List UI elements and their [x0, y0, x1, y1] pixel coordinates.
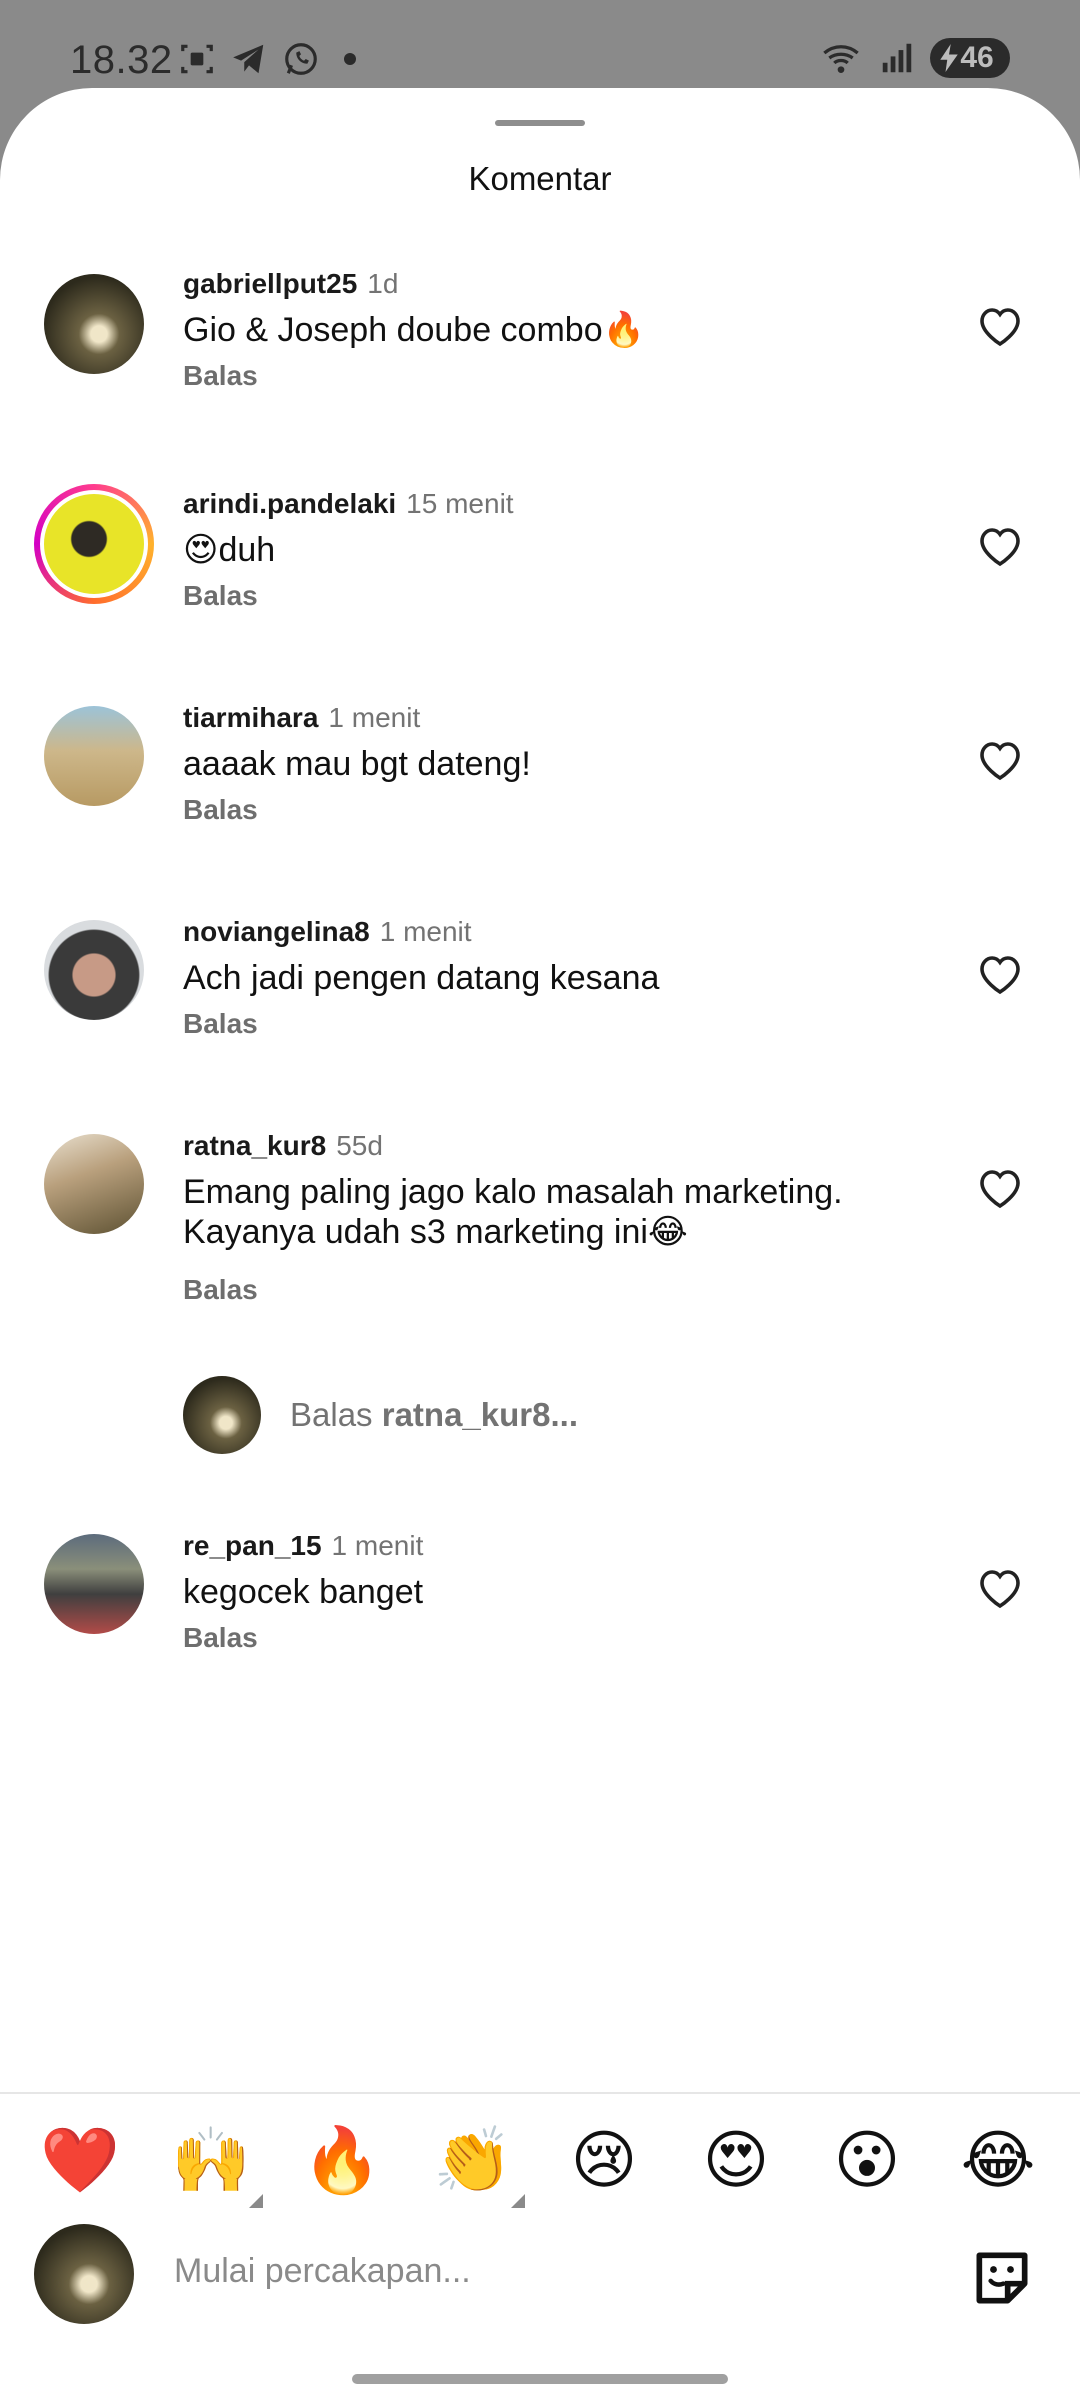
status-time: 18.32	[70, 38, 173, 82]
comment-meta: noviangelina8 1 menit	[183, 916, 472, 948]
comment-time: 55d	[336, 1130, 383, 1161]
status-left-icons	[178, 40, 356, 78]
current-user-avatar	[34, 2224, 134, 2324]
variant-indicator-icon	[249, 2194, 263, 2208]
sheet-title: Komentar	[468, 160, 612, 197]
battery-level: 46	[960, 41, 994, 74]
reaction-emoji: 👏	[433, 2124, 513, 2196]
reply-button[interactable]: Balas	[183, 1622, 258, 1654]
avatar[interactable]	[44, 274, 144, 374]
reaction-laughing[interactable]: 😂	[958, 2120, 1038, 2200]
comment-text: aaaak mau bgt dateng!	[183, 745, 531, 783]
divider	[0, 2092, 1080, 2094]
reply-prompt-text[interactable]: Balas ratna_kur8...	[290, 1396, 578, 1434]
wifi-icon	[823, 45, 859, 73]
reaction-fire[interactable]: 🔥	[302, 2120, 382, 2200]
avatar-story-ring[interactable]	[34, 484, 154, 604]
comment-meta: gabriellput25 1d	[183, 268, 398, 300]
reply-button[interactable]: Balas	[183, 360, 258, 392]
comment-text-line: Kayanya udah s3 marketing ini😂	[183, 1213, 688, 1251]
avatar[interactable]	[44, 1534, 144, 1634]
reaction-crying[interactable]: 😢	[564, 2120, 644, 2200]
comment-username[interactable]: arindi.pandelaki	[183, 488, 396, 519]
comment-username[interactable]: tiarmihara	[183, 702, 318, 733]
comments-sheet: Komentar gabriellput25 1d Gio & Joseph do…	[0, 88, 1080, 2400]
reaction-clapping[interactable]: 👏	[433, 2120, 525, 2208]
avatar[interactable]	[44, 1134, 144, 1234]
like-heart-icon[interactable]	[976, 1166, 1024, 1210]
comment-meta: arindi.pandelaki 15 menit	[183, 488, 514, 520]
home-indicator[interactable]	[352, 2374, 728, 2384]
comment-text: Ach jadi pengen datang kesana	[183, 959, 660, 997]
variant-indicator-icon	[511, 2194, 525, 2208]
screenshot-icon	[181, 44, 213, 74]
comment-meta: re_pan_15 1 menit	[183, 1530, 423, 1562]
like-heart-icon[interactable]	[976, 304, 1024, 348]
comment-username[interactable]: gabriellput25	[183, 268, 357, 299]
sheet-drag-handle[interactable]	[495, 120, 585, 126]
battery-icon: 46	[930, 38, 1010, 78]
reply-prompt-prefix: Balas	[290, 1396, 373, 1433]
notification-dot-icon	[344, 53, 356, 65]
comment-meta: tiarmihara 1 menit	[183, 702, 420, 734]
comment-meta: ratna_kur8 55d	[183, 1130, 383, 1162]
reaction-heart[interactable]: ❤️	[40, 2120, 120, 2200]
comment-text: kegocek banget	[183, 1573, 424, 1611]
reply-button[interactable]: Balas	[183, 1274, 258, 1306]
quick-reactions-bar: ❤️ 🙌 🔥 👏 😢 😍 😮 😂	[0, 2120, 1080, 2210]
avatar[interactable]	[44, 706, 144, 806]
telegram-icon	[233, 44, 264, 74]
comment-time: 1 menit	[379, 916, 472, 947]
comment-time: 1 menit	[328, 702, 421, 733]
reply-button[interactable]: Balas	[183, 580, 258, 612]
avatar[interactable]	[44, 920, 144, 1020]
signal-icon	[882, 43, 912, 73]
reaction-emoji: 🙌	[171, 2124, 251, 2196]
comment-input[interactable]: Mulai percakapan...	[174, 2252, 471, 2291]
sticker-icon[interactable]	[968, 2244, 1036, 2312]
comment-text: 😍duh	[183, 531, 276, 569]
like-heart-icon[interactable]	[976, 952, 1024, 996]
comment-time: 1d	[367, 268, 399, 299]
reaction-surprised[interactable]: 😮	[827, 2120, 907, 2200]
status-bar: 18.32 46	[0, 0, 1080, 100]
comment-text-line: Emang paling jago kalo masalah marketing…	[183, 1173, 843, 1211]
comment-username[interactable]: ratna_kur8	[183, 1130, 326, 1161]
reaction-heart-eyes[interactable]: 😍	[696, 2120, 776, 2200]
like-heart-icon[interactable]	[976, 1566, 1024, 1610]
reply-prompt-target: ratna_kur8...	[381, 1396, 578, 1433]
status-right-icons: 46	[818, 38, 1010, 78]
comment-time: 1 menit	[331, 1530, 424, 1561]
comment-username[interactable]: re_pan_15	[183, 1530, 322, 1561]
avatar	[183, 1376, 261, 1454]
reaction-raising-hands[interactable]: 🙌	[171, 2120, 263, 2208]
comment-time: 15 menit	[406, 488, 514, 519]
comment-text: Gio & Joseph doube combo🔥	[183, 311, 645, 349]
avatar	[40, 490, 148, 598]
whatsapp-icon	[285, 43, 317, 75]
comment-username[interactable]: noviangelina8	[183, 916, 370, 947]
reply-button[interactable]: Balas	[183, 1008, 258, 1040]
like-heart-icon[interactable]	[976, 738, 1024, 782]
reply-button[interactable]: Balas	[183, 794, 258, 826]
comment-composer: Mulai percakapan...	[0, 2222, 1080, 2332]
like-heart-icon[interactable]	[976, 524, 1024, 568]
charging-bolt-icon	[940, 44, 958, 72]
